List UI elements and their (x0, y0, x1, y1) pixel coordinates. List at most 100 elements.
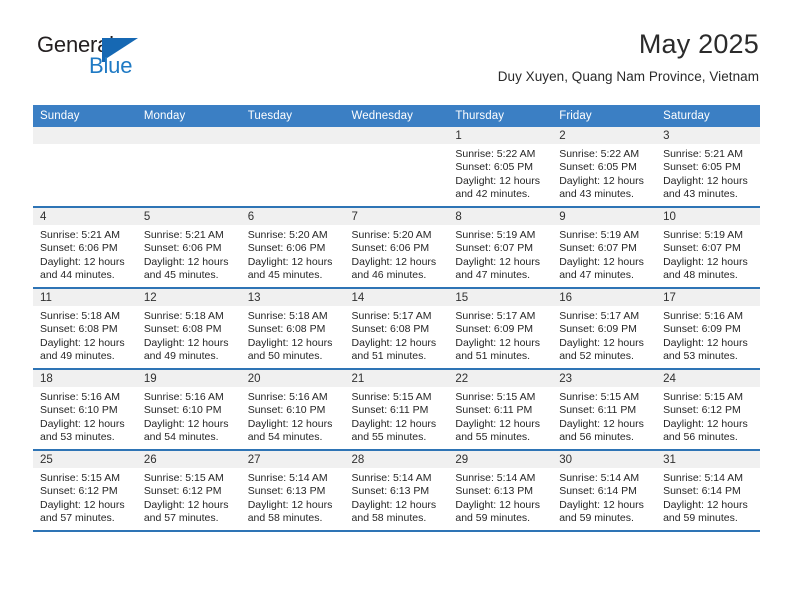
daylight-text-line1: Daylight: 12 hours (40, 336, 125, 349)
day-cell-inner: 16 Sunrise: 5:17 AM Sunset: 6:09 PM Dayligh… (552, 289, 657, 368)
calendar-day-cell[interactable]: 11 Sunrise: 5:18 AM Sunset: 6:08 PM Dayligh… (33, 288, 137, 370)
calendar-day-cell[interactable]: 16 Sunrise: 5:17 AM Sunset: 6:09 PM Dayligh… (552, 288, 657, 370)
calendar-day-cell[interactable]: 2 Sunrise: 5:22 AM Sunset: 6:05 PM Daylight… (552, 127, 657, 208)
calendar-week-row: 1 Sunrise: 5:22 AM Sunset: 6:05 PM Daylight… (33, 127, 760, 208)
sunset-text: Sunset: 6:07 PM (663, 242, 741, 255)
calendar-day-cell[interactable]: 5 Sunrise: 5:21 AM Sunset: 6:06 PM Daylight… (136, 207, 241, 289)
calendar-day-cell[interactable]: 22 Sunrise: 5:15 AM Sunset: 6:11 PM Dayligh… (448, 369, 553, 451)
calendar-day-cell[interactable]: 8 Sunrise: 5:19 AM Sunset: 6:07 PM Daylight… (448, 207, 553, 289)
general-blue-logo[interactable]: General Blue (33, 32, 153, 84)
daylight-text-line2: and 49 minutes. (143, 350, 219, 363)
sunset-text: Sunset: 6:11 PM (559, 404, 637, 417)
calendar-day-cell[interactable]: 13 Sunrise: 5:18 AM Sunset: 6:08 PM Dayligh… (240, 288, 345, 370)
day-number: 26 (136, 451, 241, 468)
calendar-day-cell[interactable]: 17 Sunrise: 5:16 AM Sunset: 6:09 PM Dayligh… (656, 288, 760, 370)
sunset-text: Sunset: 6:07 PM (559, 242, 637, 255)
calendar-day-cell[interactable]: 25 Sunrise: 5:15 AM Sunset: 6:12 PM Dayligh… (33, 450, 137, 532)
daylight-text-line2: and 58 minutes. (247, 512, 323, 525)
sunrise-text: Sunrise: 5:15 AM (455, 391, 536, 403)
calendar-day-cell[interactable]: 26 Sunrise: 5:15 AM Sunset: 6:12 PM Dayligh… (136, 450, 241, 532)
daylight-text-line2: and 42 minutes. (455, 188, 531, 201)
day-details: Sunrise: 5:18 AM Sunset: 6:08 PM Daylight:… (241, 306, 345, 364)
page-title: May 2025 (638, 29, 759, 59)
day-cell-inner: 20 Sunrise: 5:16 AM Sunset: 6:10 PM Dayligh… (240, 370, 345, 449)
day-cell-inner: 4 Sunrise: 5:21 AM Sunset: 6:06 PM Daylight… (33, 208, 137, 287)
daylight-text-line1: Daylight: 12 hours (559, 498, 644, 511)
day-cell-inner: 21 Sunrise: 5:15 AM Sunset: 6:11 PM Dayligh… (344, 370, 449, 449)
day-cell-inner: 3 Sunrise: 5:21 AM Sunset: 6:05 PM Daylight… (656, 127, 760, 206)
day-details: Sunrise: 5:17 AM Sunset: 6:09 PM Daylight:… (552, 306, 656, 364)
calendar-day-cell[interactable]: 29 Sunrise: 5:14 AM Sunset: 6:13 PM Dayligh… (448, 450, 553, 532)
calendar-body: 1 Sunrise: 5:22 AM Sunset: 6:05 PM Daylight… (33, 127, 760, 532)
calendar-day-cell[interactable]: 19 Sunrise: 5:16 AM Sunset: 6:10 PM Dayligh… (136, 369, 241, 451)
calendar-day-cell[interactable]: 1 Sunrise: 5:22 AM Sunset: 6:05 PM Daylight… (448, 127, 553, 208)
day-number: 17 (656, 289, 760, 306)
daylight-text-line1: Daylight: 12 hours (247, 336, 333, 349)
daylight-text-line1: Daylight: 12 hours (351, 336, 437, 349)
calendar-day-cell[interactable]: 20 Sunrise: 5:16 AM Sunset: 6:10 PM Dayligh… (240, 369, 345, 451)
calendar-day-cell[interactable]: 28 Sunrise: 5:14 AM Sunset: 6:13 PM Dayligh… (344, 450, 449, 532)
calendar-day-cell[interactable]: 23 Sunrise: 5:15 AM Sunset: 6:11 PM Dayligh… (552, 369, 657, 451)
calendar-day-cell[interactable]: 14 Sunrise: 5:17 AM Sunset: 6:08 PM Dayligh… (344, 288, 449, 370)
calendar-day-cell[interactable]: 3 Sunrise: 5:21 AM Sunset: 6:05 PM Daylight… (656, 127, 760, 208)
day-number: 19 (136, 370, 241, 387)
sunset-text: Sunset: 6:11 PM (351, 404, 429, 417)
sunset-text: Sunset: 6:05 PM (455, 161, 534, 174)
calendar-day-cell[interactable]: 30 Sunrise: 5:14 AM Sunset: 6:14 PM Dayligh… (552, 450, 657, 532)
daylight-text-line1: Daylight: 12 hours (40, 417, 125, 430)
sunrise-text: Sunrise: 5:18 AM (143, 310, 224, 322)
sunset-text: Sunset: 6:10 PM (247, 404, 326, 417)
sunrise-text: Sunrise: 5:14 AM (559, 472, 640, 484)
sunset-text: Sunset: 6:07 PM (455, 242, 534, 255)
daylight-text-line1: Daylight: 12 hours (559, 336, 644, 349)
sunrise-text: Sunrise: 5:21 AM (663, 148, 744, 160)
daylight-text-line1: Daylight: 12 hours (455, 174, 541, 187)
daylight-text-line2: and 55 minutes. (351, 431, 427, 444)
daylight-text-line1: Daylight: 12 hours (455, 255, 541, 268)
daylight-text-line1: Daylight: 12 hours (351, 255, 437, 268)
day-cell-inner (344, 127, 449, 206)
calendar-day-cell[interactable]: 24 Sunrise: 5:15 AM Sunset: 6:12 PM Dayligh… (656, 369, 760, 451)
day-cell-inner: 25 Sunrise: 5:15 AM Sunset: 6:12 PM Dayligh… (33, 451, 137, 530)
day-cell-inner: 5 Sunrise: 5:21 AM Sunset: 6:06 PM Daylight… (136, 208, 241, 287)
calendar-day-cell[interactable]: 6 Sunrise: 5:20 AM Sunset: 6:06 PM Daylight… (240, 207, 345, 289)
calendar-day-cell[interactable]: 27 Sunrise: 5:14 AM Sunset: 6:13 PM Dayligh… (240, 450, 345, 532)
sunset-text: Sunset: 6:08 PM (351, 323, 430, 336)
weekday-header-tuesday: Tuesday (240, 105, 345, 127)
day-cell-inner (136, 127, 241, 206)
sunrise-text: Sunrise: 5:15 AM (143, 472, 224, 484)
calendar-day-cell[interactable]: 7 Sunrise: 5:20 AM Sunset: 6:06 PM Daylight… (344, 207, 449, 289)
sunset-text: Sunset: 6:10 PM (40, 404, 118, 417)
day-cell-inner: 1 Sunrise: 5:22 AM Sunset: 6:05 PM Daylight… (448, 127, 553, 206)
sunset-text: Sunset: 6:09 PM (559, 323, 637, 336)
daylight-text-line2: and 48 minutes. (663, 269, 738, 282)
sunset-text: Sunset: 6:12 PM (143, 485, 222, 498)
calendar-cell-empty (136, 127, 241, 208)
calendar-day-cell[interactable]: 12 Sunrise: 5:18 AM Sunset: 6:08 PM Dayligh… (136, 288, 241, 370)
calendar-day-cell[interactable]: 31 Sunrise: 5:14 AM Sunset: 6:14 PM Dayligh… (656, 450, 760, 532)
calendar-day-cell[interactable]: 10 Sunrise: 5:19 AM Sunset: 6:07 PM Dayligh… (656, 207, 760, 289)
calendar-day-cell[interactable]: 18 Sunrise: 5:16 AM Sunset: 6:10 PM Dayligh… (33, 369, 137, 451)
daylight-text-line2: and 57 minutes. (143, 512, 219, 525)
calendar-day-cell[interactable]: 9 Sunrise: 5:19 AM Sunset: 6:07 PM Daylight… (552, 207, 657, 289)
weekday-header-monday: Monday (136, 105, 241, 127)
sunset-text: Sunset: 6:08 PM (247, 323, 326, 336)
sunset-text: Sunset: 6:09 PM (663, 323, 741, 336)
calendar-day-cell[interactable]: 4 Sunrise: 5:21 AM Sunset: 6:06 PM Daylight… (33, 207, 137, 289)
day-cell-inner: 9 Sunrise: 5:19 AM Sunset: 6:07 PM Daylight… (552, 208, 657, 287)
calendar-day-cell[interactable]: 21 Sunrise: 5:15 AM Sunset: 6:11 PM Dayligh… (344, 369, 449, 451)
day-cell-inner: 8 Sunrise: 5:19 AM Sunset: 6:07 PM Daylight… (448, 208, 553, 287)
calendar-day-cell[interactable]: 15 Sunrise: 5:17 AM Sunset: 6:09 PM Dayligh… (448, 288, 553, 370)
daylight-text-line2: and 53 minutes. (40, 431, 115, 444)
sunrise-text: Sunrise: 5:21 AM (143, 229, 224, 241)
day-details: Sunrise: 5:18 AM Sunset: 6:08 PM Daylight:… (33, 306, 137, 364)
day-number: 3 (656, 127, 760, 144)
day-details: Sunrise: 5:15 AM Sunset: 6:12 PM Daylight:… (137, 468, 241, 526)
sunset-text: Sunset: 6:12 PM (663, 404, 741, 417)
sunrise-text: Sunrise: 5:17 AM (351, 310, 432, 322)
day-number: 29 (448, 451, 553, 468)
daylight-text-line2: and 45 minutes. (247, 269, 323, 282)
day-details: Sunrise: 5:16 AM Sunset: 6:10 PM Daylight:… (241, 387, 345, 445)
daylight-text-line2: and 57 minutes. (40, 512, 115, 525)
day-details: Sunrise: 5:17 AM Sunset: 6:09 PM Daylight:… (448, 306, 552, 364)
